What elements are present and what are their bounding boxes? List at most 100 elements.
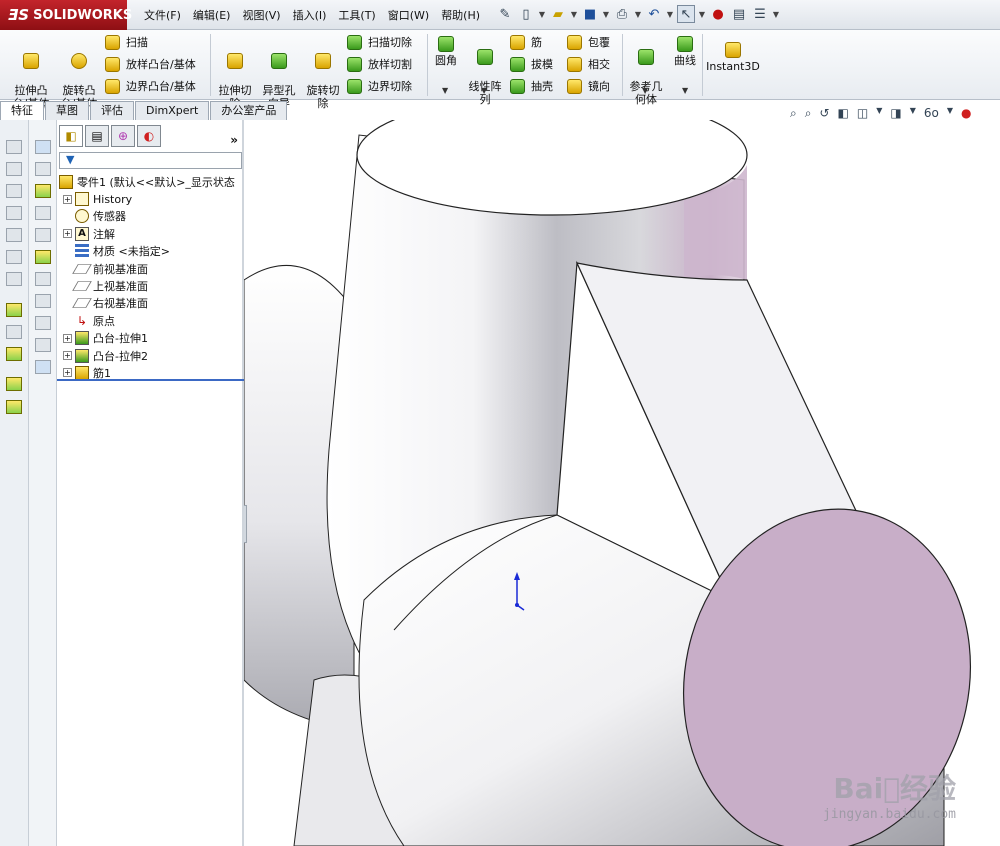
view-icon[interactable]	[35, 228, 51, 242]
property-manager-tab[interactable]: ▤	[85, 125, 109, 147]
chevron-down-icon[interactable]: ▼	[634, 5, 642, 23]
curves-button[interactable]: 曲线	[670, 36, 700, 67]
menu-tools[interactable]: 工具(T)	[338, 7, 375, 23]
tree-item-boss-extrude1[interactable]: + 凸台-拉伸1	[57, 330, 244, 347]
display-icon[interactable]	[35, 250, 51, 264]
chevron-down-icon[interactable]: ▼	[947, 106, 953, 121]
tree-item-annotations[interactable]: + A 注解	[57, 225, 244, 242]
hole-wizard-button[interactable]: 异型孔 向导	[258, 40, 300, 110]
boundary-cut-button[interactable]: 边界切除	[347, 78, 412, 94]
tab-sketch[interactable]: 草图	[45, 101, 89, 120]
view-cube-icon[interactable]	[6, 272, 22, 286]
sweep-button[interactable]: 扫描	[105, 34, 148, 50]
tree-item-material[interactable]: 材质 <未指定>	[57, 243, 244, 260]
table-icon[interactable]	[35, 140, 51, 154]
menu-file[interactable]: 文件(F)	[144, 7, 181, 23]
hide-show-items-icon[interactable]: 6ο	[924, 106, 939, 121]
intersect-button[interactable]: 相交	[567, 56, 610, 72]
expand-icon[interactable]: +	[63, 368, 72, 378]
expand-icon[interactable]: +	[63, 229, 72, 239]
view-icon[interactable]	[35, 206, 51, 220]
tab-office-products[interactable]: 办公室产品	[210, 101, 288, 120]
expand-icon[interactable]: +	[63, 333, 72, 343]
zoom-to-fit-icon[interactable]: ⌕	[790, 106, 797, 121]
chevron-down-icon[interactable]: ▼	[481, 86, 487, 95]
select-pointer-icon[interactable]: ↖	[677, 5, 695, 23]
view-cube-icon[interactable]	[6, 140, 22, 154]
view-cube-icon[interactable]	[6, 250, 22, 264]
tree-item-history[interactable]: + History	[57, 190, 244, 207]
tree-item-top-plane[interactable]: 上视基准面	[57, 277, 244, 294]
view-cube-icon[interactable]	[6, 162, 22, 176]
appearance-icon[interactable]: ●	[961, 106, 971, 121]
tab-evaluate[interactable]: 评估	[90, 101, 134, 120]
view-icon[interactable]	[35, 316, 51, 330]
options-icon[interactable]: ☰	[751, 5, 769, 23]
chevron-down-icon[interactable]: ▼	[570, 5, 578, 23]
extrude-cut-icon[interactable]	[6, 400, 22, 414]
view-cube-icon[interactable]	[6, 184, 22, 198]
view-cube-icon[interactable]	[6, 228, 22, 242]
display-manager-tab[interactable]: ◐	[137, 125, 161, 147]
mirror-button[interactable]: 镜向	[567, 78, 610, 94]
tree-item-sensors[interactable]: 传感器	[57, 208, 244, 225]
tab-features[interactable]: 特征	[0, 101, 44, 120]
previous-view-icon[interactable]: ↺	[819, 106, 829, 121]
tree-item-front-plane[interactable]: 前视基准面	[57, 260, 244, 277]
wrap-button[interactable]: 包覆	[567, 34, 610, 50]
extrude-boss-button[interactable]: 拉伸凸 台/基体	[8, 40, 54, 110]
sweep-cut-button[interactable]: 扫描切除	[347, 34, 412, 50]
relations-icon[interactable]	[6, 347, 22, 361]
chevron-down-icon[interactable]: ▼	[876, 106, 882, 121]
tree-root[interactable]: 零件1 (默认<<默认>_显示状态	[57, 173, 244, 190]
view-icon[interactable]	[35, 294, 51, 308]
boundary-boss-button[interactable]: 边界凸台/基体	[105, 78, 196, 94]
tree-item-boss-extrude2[interactable]: + 凸台-拉伸2	[57, 347, 244, 364]
reference-geometry-button[interactable]: 参考几 何体	[626, 36, 666, 106]
file-properties-icon[interactable]: ▤	[730, 5, 748, 23]
tree-filter-input[interactable]: ▼	[59, 152, 242, 169]
revolve-boss-button[interactable]: 旋转凸 台/基体	[56, 40, 102, 110]
print-icon[interactable]: ⎙	[613, 5, 631, 23]
revolve-cut-button[interactable]: 旋转切 除	[302, 40, 344, 110]
graphics-area[interactable]: Bai⃝经验 jingyan.baidu.com	[244, 120, 1000, 846]
linear-pattern-button[interactable]: 线性阵 列	[464, 36, 506, 106]
extrude-boss-icon[interactable]	[6, 377, 22, 391]
instant3d-button[interactable]: Instant3D	[706, 42, 760, 73]
menu-window[interactable]: 窗口(W)	[388, 7, 429, 23]
solidworks-logo[interactable]: ƎS SOLIDWORKS	[0, 0, 132, 30]
panel-collapse-handle[interactable]	[244, 505, 247, 543]
rib-button[interactable]: 筋	[510, 34, 542, 50]
save-icon[interactable]: ■	[581, 5, 599, 23]
draft-button[interactable]: 拔模	[510, 56, 553, 72]
expand-panel-icon[interactable]: »	[230, 133, 238, 147]
loft-cut-button[interactable]: 放样切割	[347, 56, 412, 72]
chevron-down-icon[interactable]: ▼	[772, 5, 780, 23]
expand-icon[interactable]: +	[63, 351, 72, 361]
menu-insert[interactable]: 插入(I)	[293, 7, 327, 23]
rollback-bar[interactable]	[57, 379, 244, 381]
sketch-edit-icon[interactable]	[6, 303, 22, 317]
chevron-down-icon[interactable]: ▼	[910, 106, 916, 121]
open-folder-icon[interactable]: ▰	[549, 5, 567, 23]
view-icon[interactable]	[35, 272, 51, 286]
view-icon[interactable]	[35, 162, 51, 176]
loft-boss-button[interactable]: 放样凸台/基体	[105, 56, 196, 72]
expand-icon[interactable]: +	[63, 194, 72, 204]
zoom-to-area-icon[interactable]: ⌕	[805, 106, 812, 121]
chevron-down-icon[interactable]: ▼	[602, 5, 610, 23]
smart-dimension-icon[interactable]	[6, 325, 22, 339]
view-icon[interactable]	[35, 338, 51, 352]
new-document-icon[interactable]: ▯	[517, 5, 535, 23]
display-icon[interactable]	[35, 184, 51, 198]
shell-button[interactable]: 抽壳	[510, 78, 553, 94]
configuration-manager-tab[interactable]: ⊕	[111, 125, 135, 147]
chevron-down-icon[interactable]: ▼	[642, 86, 648, 95]
pin-icon[interactable]: ✎	[496, 5, 514, 23]
view-cube-icon[interactable]	[6, 206, 22, 220]
chevron-down-icon[interactable]: ▼	[538, 5, 546, 23]
feature-tree-tab[interactable]: ◧	[59, 125, 83, 147]
3d-model-view[interactable]	[244, 120, 1000, 846]
chevron-down-icon[interactable]: ▼	[666, 5, 674, 23]
rebuild-traffic-light-icon[interactable]: ●	[709, 5, 727, 23]
